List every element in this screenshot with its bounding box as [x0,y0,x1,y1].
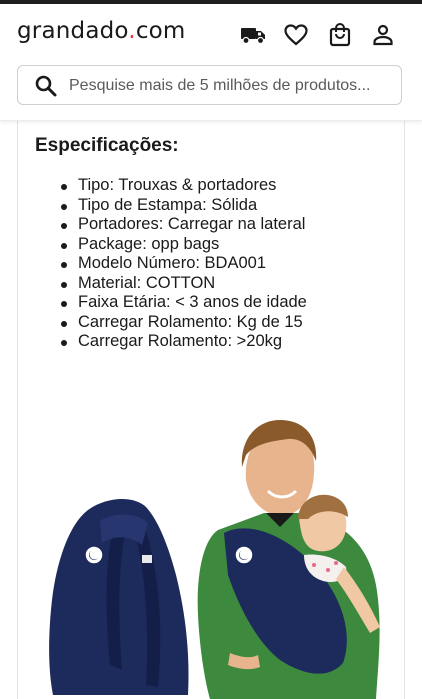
heart-icon[interactable] [282,22,310,48]
logo-text-right: com [135,18,186,44]
site-header: grandado.com Pesquise mais de 5 milhões … [0,4,422,121]
search-input[interactable]: Pesquise mais de 5 milhões de produtos..… [17,65,402,105]
spec-item: Portadores: Carregar na lateral [58,215,307,235]
search-icon[interactable] [35,75,57,97]
spec-item: Tipo de Estampa: Sólida [58,196,307,216]
spec-item: Modelo Número: BDA001 [58,254,307,274]
shopping-bag-icon[interactable] [326,22,354,48]
logo-dot: . [128,18,136,44]
baby-sling-product-image [49,420,380,699]
spec-item: Material: COTTON [58,274,307,294]
grandado-logo[interactable]: grandado.com [17,18,186,44]
user-icon[interactable] [369,22,397,48]
specifications-heading: Especificações: [35,135,179,156]
spec-item: Carregar Rolamento: Kg de 15 [58,313,307,333]
specifications-list: Tipo: Trouxas & portadores Tipo de Estam… [58,176,307,352]
father-and-baby-illustration [197,420,380,699]
logo-text-left: grandado [17,18,129,44]
search-placeholder: Pesquise mais de 5 milhões de produtos..… [69,77,371,94]
spec-item: Faixa Etária: < 3 anos de idade [58,293,307,313]
sling-carrier-illustration [49,499,189,695]
truck-icon[interactable] [239,22,267,48]
spec-item: Carregar Rolamento: >20kg [58,332,307,352]
spec-item: Package: opp bags [58,235,307,255]
spec-item: Tipo: Trouxas & portadores [58,176,307,196]
